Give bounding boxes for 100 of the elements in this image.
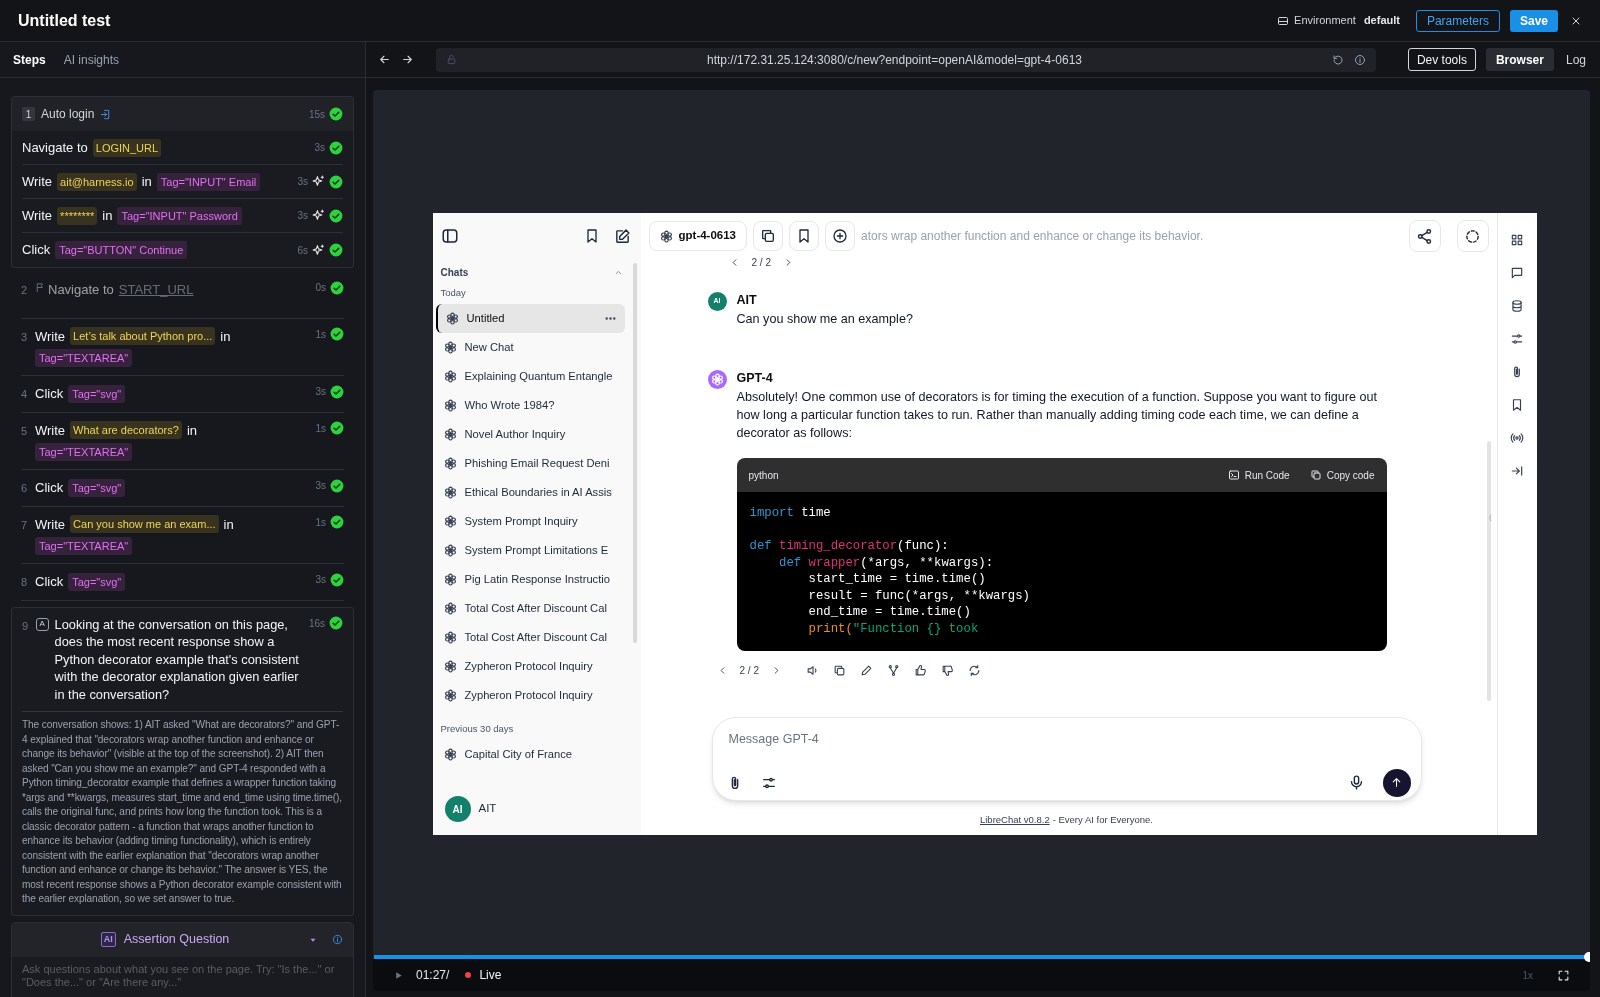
question-input[interactable]: Ask questions about what you see on the page. Try: "Is the..." or "Does the..." or "Are there any..." — [12, 956, 353, 993]
message-input[interactable]: Message GPT-4 — [726, 729, 1407, 749]
code-line: import time — [749, 505, 832, 522]
step-number: 1 — [22, 107, 35, 121]
section-title: Chats — [440, 266, 469, 280]
code-line: start_time = time.time() — [807, 571, 987, 588]
footer-link[interactable]: LibreChat v0.8.2 — [979, 813, 1050, 825]
step-text: Click — [35, 573, 64, 591]
chat-item[interactable]: Phishing Email Request Deni — [435, 449, 625, 479]
code-line: def timing_decorator(func): — [749, 538, 950, 555]
tag-chip: Tag="svg" — [68, 384, 126, 403]
chat-item[interactable]: System Prompt Limitations E — [435, 536, 625, 566]
footer-text: LibreChat v0.8.2 - Every AI for Everyone. — [978, 812, 1154, 827]
duration: 3s — [314, 141, 325, 155]
tag-chip: Tag="TEXTAREA" — [35, 537, 133, 555]
chat-item[interactable]: Pig Latin Response Instructio — [435, 565, 625, 595]
run-code-button[interactable]: Run Code — [1227, 467, 1290, 483]
duration: 1s — [315, 327, 326, 342]
user-menu[interactable]: AI AIT — [432, 785, 641, 833]
chat-item[interactable]: Untitled — [435, 304, 625, 334]
time-label: 01:27/ — [416, 967, 450, 984]
tag-chip: Tag="TEXTAREA" — [35, 443, 133, 461]
chat-item[interactable]: Total Cost After Discount Cal — [435, 623, 625, 653]
copy-code-button[interactable]: Copy code — [1309, 467, 1375, 483]
duration: 3s — [297, 175, 308, 189]
chat-item[interactable]: Explaining Quantum Entangle — [435, 362, 625, 392]
assertion-explanation: The conversation shows: 1) AIT asked "What are decorators?" and GPT-4 explained that "decorators wrap another function and enhance or change its behavior" (visible at the top of the screenshot). 2) AIT then asked "Can you show me an example?" and GPT-4 responded with a Python timing_decorator example that defines a wrapper function taking *args and **kwargs, measures start_time and end_time using time.time(), calls the original func, and prints how long the function took. This is a classic decorator pattern - a function that wraps another function to enhance its behavior (adding timing functionality), which is entirely consistent with the earlier explanation that "decorators wrap another function and enhance or change its behavior." The answer is YES, the most recent response shows a Python decorator example consistent with the earlier explanation, so we set answer to true. — [22, 718, 343, 906]
chat-item[interactable]: Novel Author Inquiry — [435, 420, 625, 450]
message-text: Absolutely! One common use of decorators is for timing the execution of a function. Suppose you want to figure out how long a particular function takes to run. Rather than manually adding timing code each time, we can define a decorator as follows: — [736, 389, 1379, 442]
step-number: 5 — [21, 423, 29, 439]
chat-item[interactable]: Zypheron Protocol Inquiry — [435, 652, 625, 682]
step-text: Click — [35, 385, 64, 403]
tag-chip: Tag="INPUT" Password — [117, 206, 242, 225]
group-label: Today — [439, 286, 467, 300]
duration: 3s — [315, 479, 326, 493]
step-text: Write — [35, 327, 66, 346]
code-line: print("Function {} took — [807, 620, 980, 637]
environment-value: default — [1363, 13, 1400, 29]
step-text: in — [186, 421, 197, 440]
panel-title: Assertion Question — [123, 931, 230, 949]
step-text: in — [141, 172, 152, 191]
step-number: 9 — [22, 618, 30, 634]
author-name: GPT-4 — [736, 370, 774, 386]
chat-item[interactable]: New Chat — [435, 333, 625, 363]
step-number: 6 — [21, 481, 29, 496]
assertion-question: Looking at the conversation on this page, does the most recent response show a Python decorator example that's consistent with the decorator explanation given earlier in the conversation? — [54, 615, 300, 703]
ai-badge: AI — [100, 931, 116, 948]
duration: 15s — [308, 107, 325, 122]
environment-label: Environment — [1294, 13, 1356, 29]
duration: 1s — [315, 421, 326, 436]
step-text: in — [220, 327, 231, 346]
chat-item[interactable]: Ethical Boundaries in AI Assis — [435, 478, 625, 508]
step-text: Write — [22, 172, 53, 191]
tag-chip: Tag="svg" — [68, 572, 126, 591]
chat-item[interactable]: Zypheron Protocol Inquiry — [435, 681, 625, 711]
group-label: Previous 30 days — [439, 722, 515, 737]
user-name: AIT — [478, 801, 497, 817]
dev-tools-button[interactable]: Dev tools — [1407, 48, 1476, 71]
page-counter: 2 / 2 — [751, 256, 771, 270]
assertion-panel[interactable]: AI Assertion Question Ask questions about what you see on the page. Try: "Is the..." or "Does the..." or "Are there any..." — [11, 921, 354, 997]
tab[interactable]: Log — [1563, 48, 1588, 71]
value-chip: Can you show me an exam... — [70, 515, 219, 534]
step-number: 4 — [21, 387, 29, 402]
value-chip: Let’s talk about Python pro... — [70, 327, 216, 346]
address-bar[interactable]: http://172.31.25.124:3080/c/new?endpoint=openAI&model=gpt-4-0613 — [436, 47, 1376, 72]
duration: 6s — [297, 243, 308, 258]
url-text: http://172.31.25.124:3080/c/new?endpoint=openAI&model=gpt-4-0613 — [706, 51, 1083, 69]
tab[interactable]: AI insights — [63, 50, 120, 69]
user-avatar: AI — [444, 796, 471, 822]
tag-chip: Tag="TEXTAREA" — [35, 349, 133, 367]
duration: 16s — [308, 616, 325, 631]
faded-message-text: ators wrap another function and enhance or change its behavior. — [861, 228, 1204, 245]
value-chip: LOGIN_URL — [92, 138, 162, 157]
tab[interactable]: Browser — [1485, 48, 1554, 71]
tag-chip: Tag="BUTTON" Continue — [55, 241, 188, 259]
step-number: 7 — [21, 517, 29, 533]
duration: 3s — [315, 573, 326, 587]
duration: 3s — [315, 385, 326, 399]
model-selector[interactable]: gpt-4-0613 — [648, 221, 748, 251]
tag-chip: Tag="svg" — [68, 478, 126, 497]
assertion-badge: A — [35, 617, 49, 631]
code-line: result = func(*args, **kwargs) — [807, 587, 1031, 604]
duration: 3s — [297, 209, 308, 223]
chat-item[interactable]: Total Cost After Discount Cal — [435, 594, 625, 624]
chat-item[interactable]: System Prompt Inquiry — [435, 507, 625, 537]
step-text: Click — [22, 241, 51, 260]
page-counter: 2 / 2 — [739, 664, 759, 678]
chat-item[interactable]: Who Wrote 1984? — [435, 391, 625, 421]
duration: 1s — [315, 515, 326, 530]
code-language: python — [748, 468, 779, 483]
parameters-button[interactable]: Parameters — [1415, 9, 1500, 32]
value-chip: ******** — [57, 206, 98, 225]
live-label: Live — [479, 967, 502, 984]
tab[interactable]: Steps — [13, 50, 46, 69]
chat-item[interactable]: Capital City of France — [435, 739, 625, 769]
step-text: Write — [35, 421, 66, 440]
step-number: 3 — [21, 329, 29, 345]
code-line: end_time = time.time() — [807, 604, 972, 621]
step-text: Click — [35, 479, 64, 497]
app-title: Untitled test — [18, 10, 111, 31]
